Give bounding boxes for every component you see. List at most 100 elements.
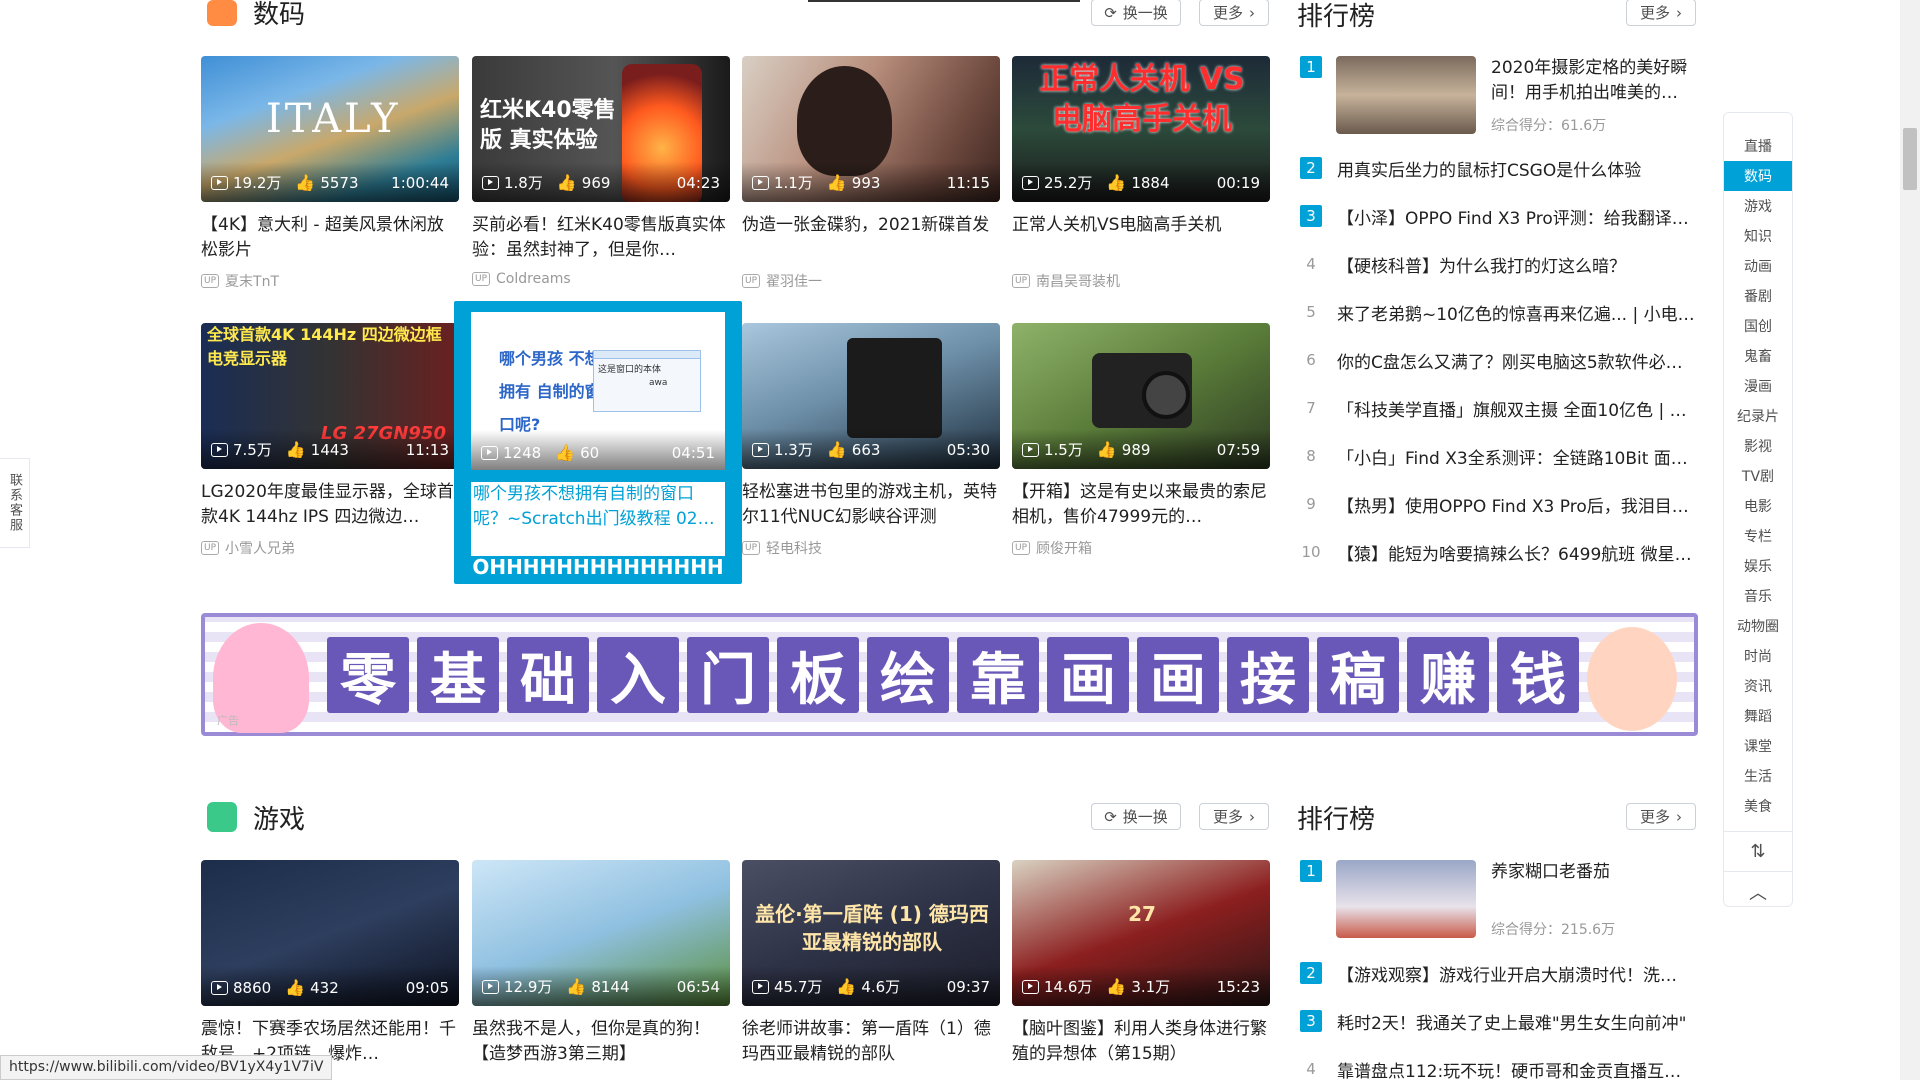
uploader[interactable]: UP 顾俊开箱 xyxy=(1012,538,1270,558)
ranking-title-text[interactable]: 「科技美学直播」旗舰双主摄 全面10亿色 | … xyxy=(1337,396,1697,421)
video-thumbnail[interactable]: 8860 👍 432 09:05 xyxy=(201,860,459,1006)
game-swap-button[interactable]: ⟳ 换一换 xyxy=(1091,803,1181,830)
side-nav-item[interactable]: 纪录片 xyxy=(1724,401,1792,431)
side-nav-item[interactable]: 动物圈 xyxy=(1724,611,1792,641)
scrollbar-thumb[interactable] xyxy=(1903,128,1917,190)
side-nav-item[interactable]: 数码 xyxy=(1724,161,1792,191)
video-card[interactable]: 12.9万 👍 8144 06:54 虽然我不是人，但你是真的狗！【造梦西游3第三期】 xyxy=(472,860,730,1067)
uploader[interactable]: UP 轻电科技 xyxy=(742,538,1000,558)
digital-swap-button[interactable]: ⟳ 换一换 xyxy=(1091,0,1181,26)
video-thumbnail[interactable]: 1.5万 👍 989 07:59 xyxy=(1012,323,1270,469)
ranking-title-text[interactable]: 【游戏观察】游戏行业开启大崩溃时代！洗… xyxy=(1337,961,1697,986)
video-card[interactable]: 8860 👍 432 09:05 震惊！下赛季农场居然还能用！千敌号，+2项链，爆炸… xyxy=(201,860,459,1067)
video-thumbnail[interactable]: 27 14.6万 👍 3.1万 15:23 xyxy=(1012,860,1270,1006)
side-nav-item[interactable]: 番剧 xyxy=(1724,281,1792,311)
video-title[interactable]: 【脑叶图鉴】利用人类身体进行繁殖的异想体（第15期） xyxy=(1012,1017,1270,1067)
ranking-title-text[interactable]: 耗时2天！我通关了史上最难"男生女生向前冲" xyxy=(1337,1009,1697,1034)
ranking-first-title[interactable]: 2020年摄影定格的美好瞬间！用手机拍出唯美的… xyxy=(1491,56,1696,106)
side-nav-item[interactable]: 动画 xyxy=(1724,251,1792,281)
side-nav-item[interactable]: 娱乐 xyxy=(1724,551,1792,581)
back-to-top-icon[interactable]: ︿ xyxy=(1724,871,1792,911)
uploader[interactable]: UP 夏末TnT xyxy=(201,271,459,291)
video-thumbnail[interactable]: 1.3万 👍 663 05:30 xyxy=(742,323,1000,469)
highlighted-video-card[interactable]: 哪个男孩 不想拥有 自制的窗口呢? 这是窗口的本体 awa 1248 👍 60 04:… xyxy=(454,301,742,584)
ranking-item[interactable]: 9 【热男】使用OPPO Find X3 Pro后，我泪目… xyxy=(1300,489,1700,519)
side-nav-item[interactable]: 知识 xyxy=(1724,221,1792,251)
side-nav-item[interactable]: 时尚 xyxy=(1724,641,1792,671)
ranking-item[interactable]: 3 【小泽】OPPO Find X3 Pro评测：给我翻译… xyxy=(1300,201,1700,231)
video-card[interactable]: 盖伦·第一盾阵 (1) 德玛西亚最精锐的部队 45.7万 👍 4.6万 09:37 徐老师… xyxy=(742,860,1000,1067)
side-nav-item[interactable]: TV剧 xyxy=(1724,461,1792,491)
video-thumbnail[interactable]: 正常人关机 VS 电脑高手关机 25.2万 👍 1884 00:19 xyxy=(1012,56,1270,202)
video-thumbnail[interactable]: 红米K40零售版 真实体验 1.8万 👍 969 04:23 xyxy=(472,56,730,202)
ranking-title-text[interactable]: 【硬核科普】为什么我打的灯这么暗？ xyxy=(1337,252,1697,277)
ranking-thumbnail[interactable] xyxy=(1336,56,1476,134)
video-thumbnail[interactable]: 12.9万 👍 8144 06:54 xyxy=(472,860,730,1006)
side-nav-item[interactable]: 电影 xyxy=(1724,491,1792,521)
ranking-more-button[interactable]: 更多 › xyxy=(1626,803,1696,830)
ranking-title-text[interactable]: 靠谱盘点112:玩不玩！硬币哥和金贡直播互… xyxy=(1337,1057,1697,1082)
side-nav-item[interactable]: 美食 xyxy=(1724,791,1792,821)
side-nav-item[interactable]: 资讯 xyxy=(1724,671,1792,701)
uploader[interactable]: UP 小雪人兄弟 xyxy=(201,538,459,558)
video-title[interactable]: 虽然我不是人，但你是真的狗！【造梦西游3第三期】 xyxy=(472,1017,730,1067)
ranking-item[interactable]: 8 「小白」Find X3全系测评：全链路10Bit 面… xyxy=(1300,441,1700,471)
video-thumbnail[interactable]: 全球首款4K 144Hz 四边微边框 电竞显示器 LG 27GN950 7.5万… xyxy=(201,323,459,469)
ranking-first-title[interactable]: 养家糊口老番茄 xyxy=(1491,860,1696,885)
ranking-item[interactable]: 6 你的C盘怎么又满了？刚买电脑这5款软件必… xyxy=(1300,345,1700,375)
ranking-title-text[interactable]: 【热男】使用OPPO Find X3 Pro后，我泪目… xyxy=(1337,492,1697,517)
uploader[interactable]: UP 翟羽佳一 xyxy=(742,271,1000,291)
ranking-item[interactable]: 5 来了老弟鹅~10亿色的惊喜再来亿遍... | 小电… xyxy=(1300,297,1700,327)
side-nav-item[interactable]: 游戏 xyxy=(1724,191,1792,221)
side-nav-item[interactable]: 鬼畜 xyxy=(1724,341,1792,371)
video-title[interactable]: 哪个男孩不想拥有自制的窗口呢？~Scratch出门级教程 02… xyxy=(471,482,725,556)
video-card[interactable]: 红米K40零售版 真实体验 1.8万 👍 969 04:23 买前必看！红米K40零售… xyxy=(472,56,730,287)
side-nav-item[interactable]: 专栏 xyxy=(1724,521,1792,551)
ad-banner[interactable]: 广告 零基础入门板绘靠画画接稿赚钱 xyxy=(201,613,1698,736)
video-thumbnail[interactable]: ITALY 19.2万 👍 5573 1:00:44 xyxy=(201,56,459,202)
video-title[interactable]: 徐老师讲故事：第一盾阵（1）德玛西亚最精锐的部队 xyxy=(742,1017,1000,1067)
video-card[interactable]: 27 14.6万 👍 3.1万 15:23 【脑叶图鉴】利用人类身体进行繁殖的异想体（第1… xyxy=(1012,860,1270,1067)
ranking-title-text[interactable]: 用真实后坐力的鼠标打CSGO是什么体验 xyxy=(1337,156,1697,181)
ranking-title-text[interactable]: 「小白」Find X3全系测评：全链路10Bit 面… xyxy=(1337,444,1697,469)
ranking-title-text[interactable]: 你的C盘怎么又满了？刚买电脑这5款软件必… xyxy=(1337,348,1697,373)
video-card[interactable]: 1.5万 👍 989 07:59 【开箱】这是有史以来最贵的索尼相机，售价47999元… xyxy=(1012,323,1270,558)
ranking-item-first[interactable]: 1 2020年摄影定格的美好瞬间！用手机拍出唯美的… 综合得分：61.6万 xyxy=(1300,56,1700,134)
side-nav-item[interactable]: 漫画 xyxy=(1724,371,1792,401)
ranking-item[interactable]: 7 「科技美学直播」旗舰双主摄 全面10亿色 | … xyxy=(1300,393,1700,423)
video-card[interactable]: 1.1万 👍 993 11:15 伪造一张金碟豹，2021新碟首发 UP 翟羽佳一 xyxy=(742,56,1000,291)
uploader[interactable]: UP Coldreams xyxy=(472,271,730,287)
video-card[interactable]: ITALY 19.2万 👍 5573 1:00:44 【4K】意大利 - 超美风景休闲… xyxy=(201,56,459,291)
video-card[interactable]: 正常人关机 VS 电脑高手关机 25.2万 👍 1884 00:19 正常人关机VS电… xyxy=(1012,56,1270,291)
sort-icon[interactable]: ⇅ xyxy=(1724,831,1792,871)
video-thumbnail[interactable]: 哪个男孩 不想拥有 自制的窗口呢? 这是窗口的本体 awa 1248 👍 60 04:… xyxy=(471,312,725,470)
ranking-title-text[interactable]: 来了老弟鹅~10亿色的惊喜再来亿遍... | 小电… xyxy=(1337,300,1697,325)
ranking-title-text[interactable]: 【猿】能短为啥要搞辣么长？6499航班 微星… xyxy=(1337,540,1697,565)
ranking-more-button[interactable]: 更多 › xyxy=(1626,0,1696,26)
video-card[interactable]: 1.3万 👍 663 05:30 轻松塞进书包里的游戏主机，英特尔11代NUC幻影峡谷… xyxy=(742,323,1000,558)
video-title[interactable]: 【4K】意大利 - 超美风景休闲放松影片 xyxy=(201,213,459,263)
video-thumbnail[interactable]: 盖伦·第一盾阵 (1) 德玛西亚最精锐的部队 45.7万 👍 4.6万 09:37 xyxy=(742,860,1000,1006)
side-nav-item[interactable]: 直播 xyxy=(1724,131,1792,161)
video-title[interactable]: LG2020年度最佳显示器，全球首款4K 144hz IPS 四边微边… xyxy=(201,480,459,530)
video-title[interactable]: 买前必看！红米K40零售版真实体验：虽然封神了，但是你… xyxy=(472,213,730,263)
game-more-button[interactable]: 更多 › xyxy=(1199,803,1269,830)
ranking-thumbnail[interactable] xyxy=(1336,860,1476,938)
side-nav-item[interactable]: 课堂 xyxy=(1724,731,1792,761)
uploader[interactable]: UP 南昌吴哥装机 xyxy=(1012,271,1270,291)
video-thumbnail[interactable]: 1.1万 👍 993 11:15 xyxy=(742,56,1000,202)
video-title[interactable]: 轻松塞进书包里的游戏主机，英特尔11代NUC幻影峡谷评测 xyxy=(742,480,1000,530)
side-nav-item[interactable]: 生活 xyxy=(1724,761,1792,791)
ranking-item[interactable]: 2 用真实后坐力的鼠标打CSGO是什么体验 xyxy=(1300,153,1700,183)
ranking-item[interactable]: 2 【游戏观察】游戏行业开启大崩溃时代！洗… xyxy=(1300,958,1700,988)
video-title[interactable]: 伪造一张金碟豹，2021新碟首发 xyxy=(742,213,1000,263)
ranking-title-text[interactable]: 【小泽】OPPO Find X3 Pro评测：给我翻译… xyxy=(1337,204,1697,229)
video-card[interactable]: 全球首款4K 144Hz 四边微边框 电竞显示器 LG 27GN950 7.5万… xyxy=(201,323,459,558)
video-title[interactable]: 【开箱】这是有史以来最贵的索尼相机，售价47999元的… xyxy=(1012,480,1270,530)
side-nav-item[interactable]: 音乐 xyxy=(1724,581,1792,611)
ranking-item[interactable]: 4 【硬核科普】为什么我打的灯这么暗？ xyxy=(1300,249,1700,279)
ranking-item[interactable]: 3 耗时2天！我通关了史上最难"男生女生向前冲" xyxy=(1300,1006,1700,1036)
side-nav-item[interactable]: 舞蹈 xyxy=(1724,701,1792,731)
side-nav-item[interactable]: 影视 xyxy=(1724,431,1792,461)
contact-service-tab[interactable]: 联系客服 xyxy=(0,458,30,548)
